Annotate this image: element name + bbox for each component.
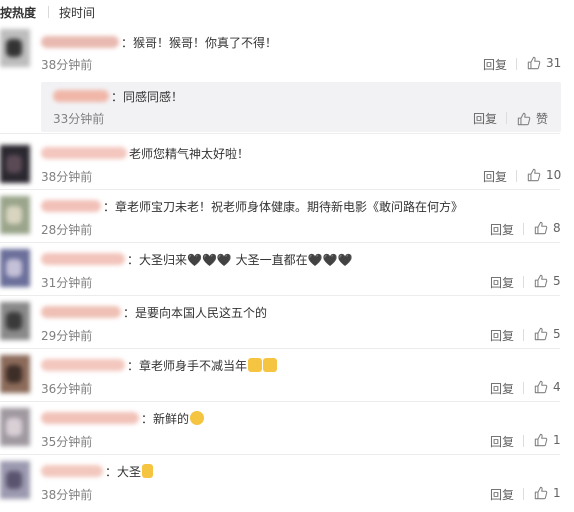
action-divider bbox=[523, 276, 524, 288]
thumbs-up-emoji bbox=[263, 358, 278, 372]
like-count: 31 bbox=[546, 56, 562, 70]
comment-time: 31分钟前 bbox=[41, 276, 93, 290]
comment-time: 35分钟前 bbox=[41, 435, 93, 449]
sort-by-time-tab[interactable]: 按时间 bbox=[59, 4, 95, 21]
comment-text: ：章老师身手不减当年 bbox=[127, 358, 248, 373]
like-button[interactable]: 31 bbox=[527, 56, 561, 70]
comment-item: ：新鲜的 35分钟前 回复 1 bbox=[0, 402, 574, 455]
action-divider bbox=[523, 488, 524, 500]
like-count: 10 bbox=[546, 168, 562, 182]
action-divider bbox=[516, 58, 517, 70]
avatar[interactable] bbox=[0, 461, 30, 499]
thumbs-up-icon bbox=[534, 433, 548, 447]
reply-button[interactable]: 回复 bbox=[483, 56, 507, 73]
thumbs-up-icon bbox=[534, 486, 548, 500]
sort-bar: 按热度 按时间 bbox=[0, 0, 574, 24]
reply-button[interactable]: 回复 bbox=[490, 433, 514, 450]
comment-text: 老师您精气神太好啦！ bbox=[129, 146, 250, 161]
thumbs-up-icon bbox=[527, 56, 541, 70]
comment-text: ：大圣 bbox=[105, 464, 142, 479]
reply-button[interactable]: 回复 bbox=[490, 274, 514, 291]
username[interactable] bbox=[41, 200, 101, 212]
sub-reply-box: ：同感同感！ 33分钟前 回复 赞 bbox=[41, 82, 561, 132]
comment-item: ：章老师身手不减当年 36分钟前 回复 4 bbox=[0, 349, 574, 402]
username[interactable] bbox=[41, 412, 139, 424]
comment-time: 38分钟前 bbox=[41, 488, 93, 502]
reply-button[interactable]: 回复 bbox=[490, 380, 514, 397]
thumbs-up-icon bbox=[534, 274, 548, 288]
avatar[interactable] bbox=[0, 196, 30, 234]
comment-item: ：章老师宝刀未老！祝老师身体健康。期待新电影《敢问路在何方》 28分钟前 回复 … bbox=[0, 190, 574, 243]
reply-button[interactable]: 回复 bbox=[490, 486, 514, 503]
crying-face-emoji bbox=[190, 411, 205, 425]
comment-item: ：大圣归来🖤🖤🖤 大圣一直都在🖤🖤🖤 31分钟前 回复 5 bbox=[0, 243, 574, 296]
like-button[interactable]: 4 bbox=[534, 380, 561, 394]
comment-text: ：新鲜的 bbox=[141, 411, 190, 426]
avatar[interactable] bbox=[0, 302, 30, 340]
comment-divider bbox=[0, 133, 560, 134]
avatar[interactable] bbox=[0, 408, 30, 446]
reply-button[interactable]: 回复 bbox=[490, 327, 514, 344]
like-button[interactable]: 8 bbox=[534, 221, 561, 235]
comment-time: 36分钟前 bbox=[41, 382, 93, 396]
action-divider bbox=[523, 223, 524, 235]
avatar[interactable] bbox=[0, 145, 30, 183]
like-count: 5 bbox=[553, 274, 561, 288]
like-count: 1 bbox=[553, 486, 561, 500]
comment-item: ：猴哥！猴哥！你真了不得！ 38分钟前 回复 31 ：同感同感！ 33分钟前 回… bbox=[0, 24, 574, 134]
like-button[interactable]: 1 bbox=[534, 486, 561, 500]
username[interactable] bbox=[41, 253, 125, 265]
comment-text: ：是要向本国人民这五个的 bbox=[123, 305, 268, 320]
like-count: 4 bbox=[553, 380, 561, 394]
sort-by-hot-tab[interactable]: 按热度 bbox=[0, 4, 36, 21]
avatar[interactable] bbox=[0, 29, 30, 67]
comment-text: ：猴哥！猴哥！你真了不得！ bbox=[121, 35, 278, 50]
reply-button[interactable]: 回复 bbox=[473, 110, 497, 127]
reply-button[interactable]: 回复 bbox=[490, 221, 514, 238]
action-divider bbox=[523, 435, 524, 447]
username[interactable] bbox=[53, 90, 109, 102]
like-button[interactable]: 5 bbox=[534, 274, 561, 288]
like-count: 1 bbox=[553, 433, 561, 447]
comment-time: 28分钟前 bbox=[41, 223, 93, 237]
comment-time: 38分钟前 bbox=[41, 170, 93, 184]
like-button[interactable]: 赞 bbox=[517, 110, 548, 127]
thumbs-up-icon bbox=[534, 327, 548, 341]
comment-time: 33分钟前 bbox=[53, 112, 105, 126]
action-divider bbox=[523, 329, 524, 341]
comment-text: ：章老师宝刀未老！祝老师身体健康。期待新电影《敢问路在何方》 bbox=[103, 199, 464, 214]
like-label: 赞 bbox=[536, 112, 549, 126]
comment-time: 29分钟前 bbox=[41, 329, 93, 343]
reply-button[interactable]: 回复 bbox=[483, 168, 507, 185]
like-button[interactable]: 5 bbox=[534, 327, 561, 341]
sort-divider bbox=[48, 6, 50, 18]
comment-text: ：同感同感！ bbox=[111, 89, 184, 104]
comment-item: 老师您精气神太好啦！ 38分钟前 回复 10 bbox=[0, 137, 574, 190]
action-divider bbox=[516, 170, 517, 182]
thumbs-up-icon bbox=[534, 221, 548, 235]
like-button[interactable]: 10 bbox=[527, 168, 561, 182]
thumbs-up-icon bbox=[534, 380, 548, 394]
avatar[interactable] bbox=[0, 355, 30, 393]
username[interactable] bbox=[41, 36, 119, 48]
comment-item: ：大圣 38分钟前 回复 1 bbox=[0, 455, 574, 512]
thumbs-up-icon bbox=[517, 112, 531, 125]
username[interactable] bbox=[41, 465, 103, 477]
thumbs-up-icon bbox=[527, 168, 541, 182]
action-divider bbox=[523, 382, 524, 394]
comment-time: 38分钟前 bbox=[41, 58, 93, 72]
thumbs-up-emoji bbox=[248, 358, 263, 372]
avatar[interactable] bbox=[0, 249, 30, 287]
username[interactable] bbox=[41, 147, 127, 159]
like-button[interactable]: 1 bbox=[534, 433, 561, 447]
comment-item: ：是要向本国人民这五个的 29分钟前 回复 5 bbox=[0, 296, 574, 349]
username[interactable] bbox=[41, 359, 125, 371]
like-count: 5 bbox=[553, 327, 561, 341]
comment-text: ：大圣归来🖤🖤🖤 大圣一直都在🖤🖤🖤 bbox=[127, 252, 353, 267]
username[interactable] bbox=[41, 306, 121, 318]
victory-hand-emoji bbox=[142, 464, 154, 478]
like-count: 8 bbox=[553, 221, 561, 235]
action-divider bbox=[506, 112, 507, 124]
